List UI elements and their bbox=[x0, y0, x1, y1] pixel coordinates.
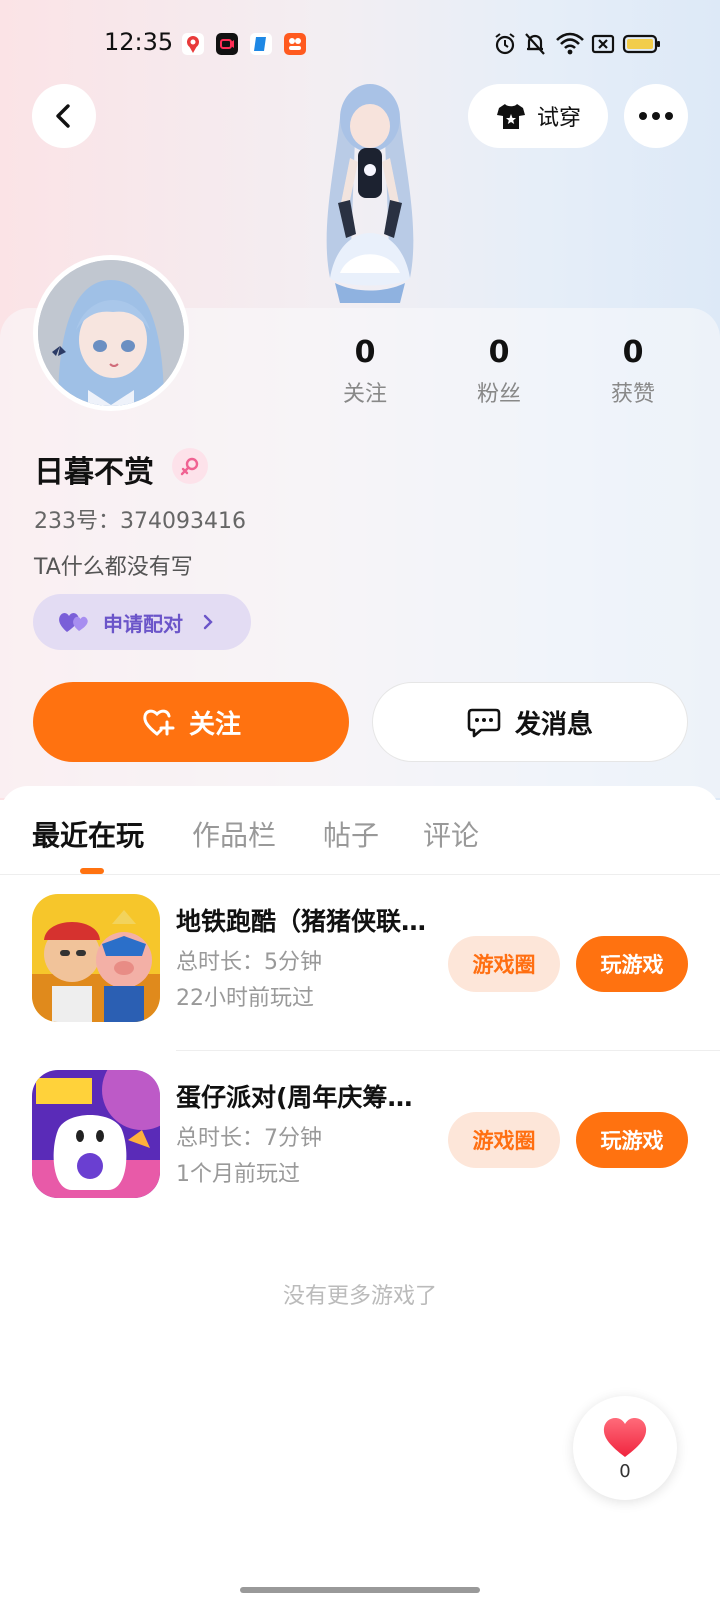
wifi-icon bbox=[556, 32, 584, 55]
user-id: 233号：374093416 bbox=[34, 509, 246, 534]
map-app-icon bbox=[182, 33, 204, 55]
follow-button[interactable]: 关注 bbox=[33, 682, 349, 762]
heart-plus-icon bbox=[143, 709, 175, 736]
like-button[interactable]: 0 bbox=[573, 1396, 677, 1500]
avatar[interactable] bbox=[33, 255, 189, 411]
game-list-item[interactable]: 地铁跑酷（猪猪侠联动版） 总时长：5分钟 22小时前玩过 游戏圈 玩游戏 bbox=[0, 874, 720, 1050]
tryon-button[interactable]: 试穿 bbox=[468, 84, 608, 148]
eggy-party-game-icon bbox=[32, 1070, 160, 1198]
game-last-played: 1个月前玩过 bbox=[176, 1162, 300, 1187]
status-time: 12:35 bbox=[104, 28, 174, 56]
username: 日暮不赏 bbox=[34, 455, 154, 490]
stat-followers-label: 粉丝 bbox=[476, 382, 521, 407]
heart-icon bbox=[603, 1417, 647, 1457]
play-game-button[interactable]: 玩游戏 bbox=[576, 936, 688, 992]
double-heart-icon bbox=[59, 613, 88, 632]
stat-followers[interactable]: 0 粉丝 bbox=[449, 335, 549, 408]
stat-likes-label: 获赞 bbox=[610, 382, 655, 407]
no-more-games-text: 没有更多游戏了 bbox=[282, 1284, 437, 1309]
request-pair-button[interactable]: 申请配对 bbox=[33, 594, 251, 650]
recorder-app-icon bbox=[216, 33, 238, 55]
game-circle-button[interactable]: 游戏圈 bbox=[448, 1112, 560, 1168]
stat-following[interactable]: 0 关注 bbox=[315, 335, 415, 408]
game-circle-button[interactable]: 游戏圈 bbox=[448, 936, 560, 992]
tryon-label: 试穿 bbox=[536, 106, 581, 131]
follow-label: 关注 bbox=[188, 709, 241, 740]
orange-app-icon bbox=[284, 33, 306, 55]
subway-surfers-game-icon bbox=[32, 894, 160, 1022]
home-indicator[interactable] bbox=[240, 1587, 480, 1593]
user-bio: TA什么都没有写 bbox=[34, 555, 193, 580]
tab-comments[interactable]: 评论 bbox=[423, 814, 479, 854]
game-list-item[interactable]: 蛋仔派对(周年庆筹备中) 总时长：7分钟 1个月前玩过 游戏圈 玩游戏 bbox=[0, 1050, 720, 1226]
tshirt-icon bbox=[496, 104, 525, 129]
more-dots-icon bbox=[639, 112, 673, 120]
game-duration: 总时长：7分钟 bbox=[176, 1126, 322, 1151]
sim-off-icon bbox=[591, 34, 615, 54]
more-options-button[interactable] bbox=[624, 84, 688, 148]
back-button[interactable] bbox=[32, 84, 96, 148]
blue-app-icon bbox=[250, 33, 272, 55]
request-pair-label: 申请配对 bbox=[103, 611, 183, 636]
stat-followers-value: 0 bbox=[488, 335, 510, 370]
status-bar: 12:35 bbox=[0, 0, 720, 90]
stat-likes-value: 0 bbox=[622, 335, 644, 370]
chevron-right-icon bbox=[203, 614, 213, 630]
stat-following-value: 0 bbox=[354, 335, 376, 370]
like-count: 0 bbox=[619, 1460, 631, 1482]
battery-icon bbox=[622, 34, 660, 54]
play-game-button[interactable]: 玩游戏 bbox=[576, 1112, 688, 1168]
game-title: 蛋仔派对(周年庆筹备中) bbox=[176, 1083, 436, 1112]
send-message-button[interactable]: 发消息 bbox=[372, 682, 688, 762]
chat-bubble-icon bbox=[467, 708, 501, 738]
game-title: 地铁跑酷（猪猪侠联动版） bbox=[176, 907, 436, 936]
tab-recently-played[interactable]: 最近在玩 bbox=[32, 814, 144, 854]
send-message-label: 发消息 bbox=[514, 709, 593, 740]
mute-bell-icon bbox=[525, 33, 545, 55]
tab-works[interactable]: 作品栏 bbox=[192, 814, 276, 854]
chevron-left-icon bbox=[56, 104, 70, 128]
gender-female-icon bbox=[172, 448, 208, 484]
avatar-image bbox=[38, 260, 184, 406]
game-duration: 总时长：5分钟 bbox=[176, 950, 322, 975]
stat-likes[interactable]: 0 获赞 bbox=[583, 335, 683, 408]
avatar-3d-figure bbox=[326, 84, 414, 303]
tab-posts[interactable]: 帖子 bbox=[323, 814, 379, 854]
stat-following-label: 关注 bbox=[342, 382, 387, 407]
game-last-played: 22小时前玩过 bbox=[176, 986, 314, 1011]
alarm-icon bbox=[495, 33, 515, 55]
